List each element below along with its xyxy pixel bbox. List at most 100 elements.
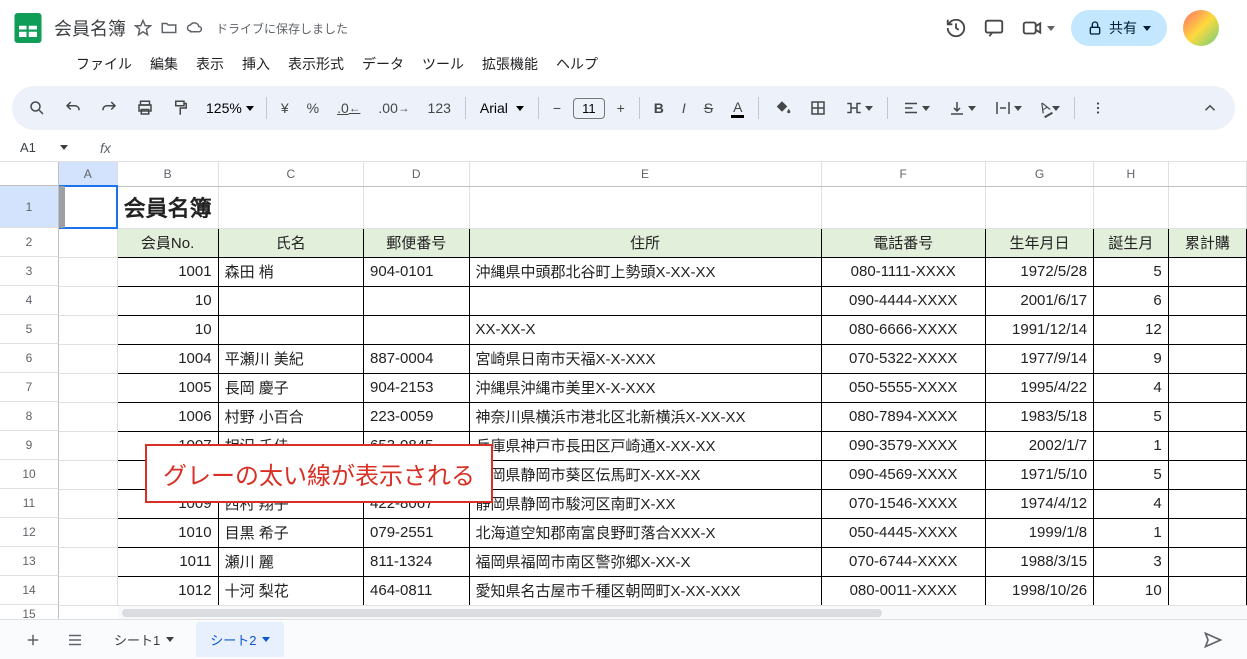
print-button[interactable] — [128, 93, 162, 123]
cell[interactable] — [364, 186, 469, 228]
currency-yen-button[interactable]: ¥ — [273, 94, 297, 122]
text-color-button[interactable]: A — [723, 93, 752, 124]
row-header[interactable]: 13 — [0, 547, 59, 576]
cell[interactable]: 887-0004 — [364, 344, 469, 373]
cell[interactable] — [1168, 373, 1246, 402]
cell[interactable] — [1168, 518, 1246, 547]
cell[interactable]: 1991/12/14 — [985, 315, 1093, 344]
cell[interactable]: 1004 — [117, 344, 218, 373]
menu-view[interactable]: 表示 — [188, 50, 232, 78]
star-icon[interactable] — [134, 19, 152, 37]
cloud-check-icon[interactable] — [186, 19, 204, 37]
row-header[interactable]: 6 — [0, 344, 59, 373]
cell[interactable] — [59, 460, 117, 489]
cell[interactable]: 神奈川県横浜市港北区北新横浜X-XX-XX — [469, 402, 821, 431]
header-cell[interactable]: 生年月日 — [985, 228, 1093, 257]
cell[interactable] — [1168, 315, 1246, 344]
cell[interactable] — [364, 315, 469, 344]
menu-edit[interactable]: 編集 — [142, 50, 186, 78]
row-header[interactable]: 12 — [0, 518, 59, 547]
cell[interactable]: 1999/1/8 — [985, 518, 1093, 547]
cell[interactable]: 1974/4/12 — [985, 489, 1093, 518]
cell[interactable]: 瀬川 麗 — [218, 547, 363, 576]
history-icon[interactable] — [945, 17, 967, 39]
header-cell[interactable]: 電話番号 — [821, 228, 985, 257]
sheet-tab-2[interactable]: シート2 — [196, 622, 284, 657]
menu-extensions[interactable]: 拡張機能 — [474, 50, 546, 78]
cell[interactable]: 十河 梨花 — [218, 576, 363, 605]
font-size-input[interactable]: 11 — [573, 98, 605, 119]
row-header[interactable]: 7 — [0, 373, 59, 402]
cell[interactable]: 兵庫県神戸市長田区戸崎通X-XX-XX — [469, 431, 821, 460]
cell[interactable] — [985, 186, 1093, 228]
font-increase-button[interactable]: + — [609, 94, 633, 122]
cell[interactable]: 沖縄県沖縄市美里X-X-XXX — [469, 373, 821, 402]
increase-decimal-button[interactable]: .00→ — [370, 94, 417, 122]
row-header[interactable]: 8 — [0, 402, 59, 431]
more-button[interactable] — [1081, 93, 1115, 123]
cell[interactable] — [1168, 286, 1246, 315]
cell[interactable]: 1998/10/26 — [985, 576, 1093, 605]
percent-button[interactable]: % — [299, 94, 327, 122]
cell[interactable]: 050-5555-XXXX — [821, 373, 985, 402]
cell[interactable] — [1168, 431, 1246, 460]
sheet-tab-1[interactable]: シート1 — [100, 622, 188, 657]
cell[interactable] — [218, 186, 363, 228]
cell[interactable] — [1168, 547, 1246, 576]
cell[interactable] — [59, 286, 117, 315]
menu-help[interactable]: ヘルプ — [548, 50, 606, 78]
explore-button[interactable] — [1195, 624, 1231, 656]
col-header[interactable]: E — [469, 162, 821, 186]
add-sheet-button[interactable] — [16, 625, 50, 655]
cell[interactable]: 080-6666-XXXX — [821, 315, 985, 344]
cell[interactable] — [1168, 402, 1246, 431]
cell[interactable]: 愛知県名古屋市千種区朝岡町X-XX-XXX — [469, 576, 821, 605]
decrease-decimal-button[interactable]: .0← — [329, 94, 368, 122]
fill-color-button[interactable] — [765, 93, 799, 123]
cell[interactable] — [218, 315, 363, 344]
wrap-button[interactable] — [986, 93, 1030, 123]
cell[interactable]: 1988/3/15 — [985, 547, 1093, 576]
cell[interactable]: 223-0059 — [364, 402, 469, 431]
cell[interactable] — [469, 286, 821, 315]
col-header[interactable]: G — [985, 162, 1093, 186]
row-header[interactable]: 5 — [0, 315, 59, 344]
cell[interactable] — [59, 547, 117, 576]
cell[interactable]: 2002/1/7 — [985, 431, 1093, 460]
col-header[interactable]: D — [364, 162, 469, 186]
font-decrease-button[interactable]: − — [545, 94, 569, 122]
cell[interactable] — [59, 344, 117, 373]
cell[interactable]: 1977/9/14 — [985, 344, 1093, 373]
col-header[interactable]: C — [218, 162, 363, 186]
cell[interactable]: 10 — [117, 286, 218, 315]
cell[interactable]: 9 — [1094, 344, 1169, 373]
cell[interactable] — [1168, 489, 1246, 518]
cell[interactable]: 904-2153 — [364, 373, 469, 402]
cell[interactable] — [821, 186, 985, 228]
cell[interactable]: 050-4445-XXXX — [821, 518, 985, 547]
zoom-select[interactable]: 125% — [200, 96, 260, 120]
cell[interactable]: 090-4444-XXXX — [821, 286, 985, 315]
move-icon[interactable] — [160, 19, 178, 37]
cell[interactable]: 4 — [1094, 373, 1169, 402]
row-header[interactable]: 4 — [0, 286, 59, 315]
cell[interactable]: 090-4569-XXXX — [821, 460, 985, 489]
col-header[interactable]: A — [59, 162, 117, 186]
cell[interactable]: 森田 梢 — [218, 257, 363, 286]
cell[interactable] — [1168, 344, 1246, 373]
cell[interactable] — [59, 228, 117, 257]
cell[interactable] — [59, 489, 117, 518]
row-header[interactable]: 3 — [0, 257, 59, 286]
cell[interactable]: 090-3579-XXXX — [821, 431, 985, 460]
header-cell[interactable]: 誕生月 — [1094, 228, 1169, 257]
cell[interactable]: 3 — [1094, 547, 1169, 576]
borders-button[interactable] — [801, 93, 835, 123]
cell[interactable] — [59, 431, 117, 460]
cell-A1[interactable] — [59, 186, 117, 228]
cell[interactable]: XX-XX-X — [469, 315, 821, 344]
share-button[interactable]: 共有 — [1071, 10, 1167, 46]
number-format-button[interactable]: 123 — [420, 94, 459, 122]
cell[interactable]: 1 — [1094, 518, 1169, 547]
document-title[interactable]: 会員名簿 — [54, 15, 126, 41]
cell[interactable]: 464-0811 — [364, 576, 469, 605]
